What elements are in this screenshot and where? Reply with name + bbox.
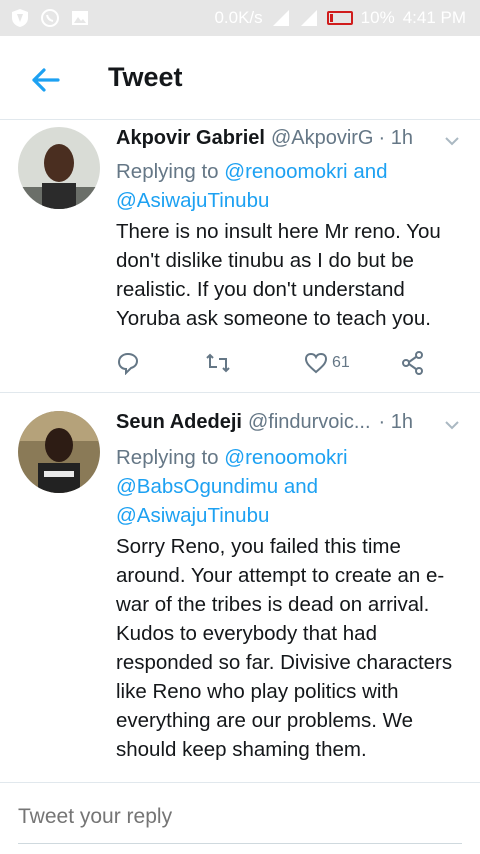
mention-link[interactable]: @AsiwajuTinubu xyxy=(116,504,269,527)
network-speed: 0.0K/s xyxy=(214,8,263,27)
like-count: 61 xyxy=(332,354,350,371)
app-bar: Tweet xyxy=(0,36,480,120)
tweet-card[interactable]: Akpovir Gabriel @AkpovirG · 1h Replying … xyxy=(0,121,480,391)
tweet-header: Seun Adedeji @findurvoic... · 1h xyxy=(116,411,462,434)
tweet-actions: 61 xyxy=(116,349,436,379)
author-name[interactable]: Akpovir Gabriel xyxy=(116,127,265,150)
reply-icon xyxy=(117,352,139,375)
reply-composer xyxy=(0,782,480,854)
tweet-time: · 1h xyxy=(378,411,413,433)
chevron-down-icon[interactable] xyxy=(442,415,462,435)
status-bar: 0.0K/s 10% 4:41 PM xyxy=(0,0,480,36)
like-button[interactable]: 61 xyxy=(304,349,350,377)
battery-icon xyxy=(326,11,353,25)
replying-to: Replying to @renoomokri @BabsOgundimu an… xyxy=(116,443,462,530)
chevron-down-icon[interactable] xyxy=(442,131,462,151)
author-name[interactable]: Seun Adedeji xyxy=(116,411,242,434)
share-button[interactable] xyxy=(400,349,426,377)
tweet-header: Akpovir Gabriel @AkpovirG · 1h xyxy=(116,127,462,150)
avatar[interactable] xyxy=(18,127,100,209)
retweet-button[interactable] xyxy=(204,349,232,377)
replying-prefix: Replying to xyxy=(116,446,225,469)
mention-and: and xyxy=(278,475,319,498)
author-handle[interactable]: @findurvoic... xyxy=(248,411,371,434)
mention-link[interactable]: @BabsOgundimu xyxy=(116,475,278,498)
avatar[interactable] xyxy=(18,411,100,493)
replying-prefix: Replying to xyxy=(116,160,225,183)
tweet-time: · 1h xyxy=(378,127,413,149)
vpn-shield-icon xyxy=(12,9,28,27)
mention-link[interactable]: @renoomokri xyxy=(224,446,347,469)
retweet-icon xyxy=(206,353,230,373)
replying-to: Replying to @renoomokri and @AsiwajuTinu… xyxy=(116,157,462,215)
mention-and: and xyxy=(347,160,388,183)
author-handle[interactable]: @AkpovirG xyxy=(271,127,374,150)
tweet-body: Sorry Reno, you failed this time around.… xyxy=(116,535,453,761)
tweet-body: There is no insult here Mr reno. You don… xyxy=(116,220,441,330)
back-arrow-icon[interactable] xyxy=(28,62,64,98)
heart-icon xyxy=(304,352,328,374)
page-title: Tweet xyxy=(108,62,183,92)
battery-level: 10% xyxy=(360,8,395,27)
composer-underline xyxy=(18,843,462,844)
status-bar-left xyxy=(10,8,90,28)
reply-input[interactable] xyxy=(18,805,438,829)
gallery-icon xyxy=(72,11,88,25)
tweet-card[interactable]: Seun Adedeji @findurvoic... · 1h Replyin… xyxy=(0,405,480,782)
signal-icon xyxy=(272,10,289,26)
mention-link[interactable]: @renoomokri xyxy=(224,160,347,183)
whatsapp-icon xyxy=(41,9,59,27)
share-icon xyxy=(402,351,423,375)
reply-button[interactable] xyxy=(116,349,140,377)
mention-link[interactable]: @AsiwajuTinubu xyxy=(116,189,269,212)
status-bar-right: 0.0K/s 10% 4:41 PM xyxy=(214,8,466,28)
clock: 4:41 PM xyxy=(402,8,466,27)
signal-2-icon xyxy=(300,10,317,26)
tweet-divider xyxy=(0,392,480,393)
